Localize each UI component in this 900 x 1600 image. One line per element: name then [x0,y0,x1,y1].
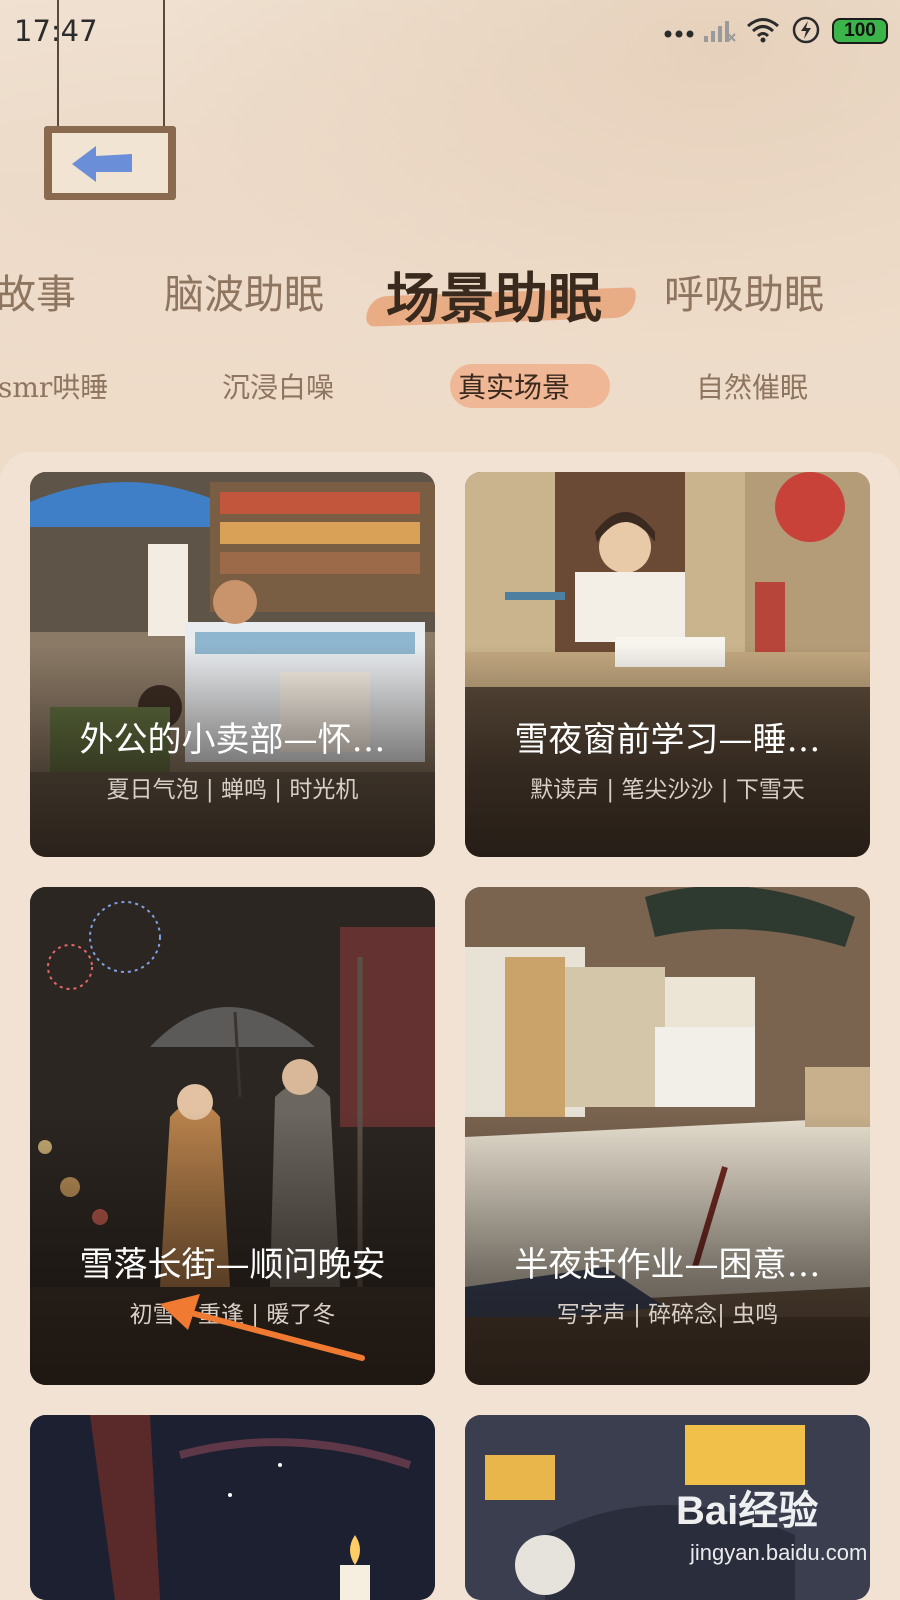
tab-brainwave[interactable]: 脑波助眠 [164,262,324,320]
battery-icon: 100 [832,18,888,44]
annotation-arrow [160,1294,365,1361]
subtab-real-scene[interactable]: 真实场景 [458,366,570,406]
card-title: 半夜赶作业—困意… [514,1245,821,1285]
wifi-icon [747,18,779,43]
battery-level: 100 [844,20,876,41]
card-title: 雪夜窗前学习—睡… [514,720,821,760]
scene-card[interactable]: 雪夜窗前学习—睡… 默读声 | 笔尖沙沙 | 下雪天 [465,472,870,857]
subtab-white-noise[interactable]: 沉浸白噪 [222,366,334,406]
charging-icon [792,16,820,44]
signal-icon [704,21,736,42]
subtab-asmr[interactable]: smr哄睡 [0,366,108,406]
tab-breathing[interactable]: 呼吸助眠 [664,262,824,320]
card-image [30,1415,435,1600]
card-tags: 写字声 | 碎碎念| 虫鸣 [556,1302,779,1328]
subtab-nature[interactable]: 自然催眠 [696,366,808,406]
card-tags: 夏日气泡 | 蝉鸣 | 时光机 [106,777,359,803]
watermark-url: jingyan.baidu.com [690,1540,868,1565]
scene-card[interactable]: 半夜赶作业—困意… 写字声 | 碎碎念| 虫鸣 [465,887,870,1385]
tab-story[interactable]: 故事 [0,262,76,320]
watermark: Bai经验 jingyan.baidu.com [676,1478,886,1588]
back-button[interactable] [40,0,185,205]
card-tags: 默读声 | 笔尖沙沙 | 下雪天 [530,777,805,803]
more-dots-icon [664,30,694,38]
scene-card[interactable] [30,1415,435,1600]
tab-scene[interactable]: 场景助眠 [386,254,602,333]
scene-card[interactable]: 外公的小卖部—怀… 夏日气泡 | 蝉鸣 | 时光机 [30,472,435,857]
watermark-logo: Bai经验 [676,1489,819,1533]
card-title: 外公的小卖部—怀… [79,720,386,760]
card-title: 雪落长街—顺问晚安 [79,1245,386,1285]
